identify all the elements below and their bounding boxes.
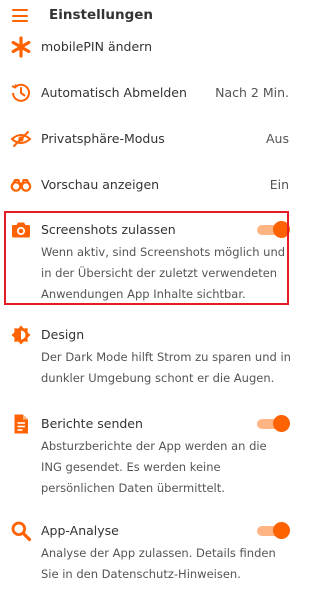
row-label: Vorschau anzeigen (41, 177, 160, 192)
toggle-knob (273, 415, 290, 432)
row-description: Analyse der App zulassen. Details finden… (41, 546, 276, 581)
row-label: mobilePIN ändern (41, 39, 152, 54)
row-label: Berichte senden (41, 416, 143, 431)
search-icon (10, 520, 32, 542)
row-description: Wenn aktiv, sind Screenshots möglich und… (41, 245, 286, 301)
row-mobilepin[interactable]: mobilePIN ändern (0, 36, 302, 62)
row-label: App-Analyse (41, 523, 119, 538)
row-label: Privatsphäre-Modus (41, 131, 165, 146)
row-app-analysis: App-Analyse Analyse der App zulassen. De… (0, 520, 302, 586)
asterisk-icon (10, 36, 32, 58)
row-label: Design (41, 327, 85, 342)
page-title: Einstellungen (49, 7, 154, 23)
row-description: Der Dark Mode hilft Strom zu sparen und … (41, 350, 291, 385)
binoculars-icon (10, 174, 32, 196)
toggle-knob (273, 221, 290, 238)
settings-screen: mobilePIN ändern Automatisch Abmelden Na… (0, 0, 302, 600)
toggle-knob (273, 522, 290, 539)
reports-toggle[interactable] (257, 415, 290, 432)
app-header: Einstellungen (0, 0, 302, 33)
row-value: Nach 2 Min. (215, 85, 289, 100)
row-value: Ein (269, 177, 289, 192)
screenshots-toggle[interactable] (257, 221, 290, 238)
row-label: Screenshots zulassen (41, 222, 176, 237)
row-auto-logout[interactable]: Automatisch Abmelden Nach 2 Min. (0, 82, 302, 108)
row-value: Aus (266, 131, 289, 146)
row-reports: Berichte senden Absturzberichte der App … (0, 413, 302, 501)
row-preview[interactable]: Vorschau anzeigen Ein (0, 174, 302, 200)
camera-icon (10, 219, 32, 241)
document-icon (10, 413, 32, 435)
eye-off-icon (10, 128, 32, 150)
timer-icon (10, 82, 32, 104)
menu-icon[interactable] (12, 9, 28, 22)
row-label: Automatisch Abmelden (41, 85, 187, 100)
row-design[interactable]: Design Der Dark Mode hilft Strom zu spar… (0, 324, 302, 390)
app-analysis-toggle[interactable] (257, 522, 290, 539)
row-privacy-mode[interactable]: Privatsphäre-Modus Aus (0, 128, 302, 154)
row-description: Absturzberichte der App werden an die IN… (41, 439, 267, 495)
row-screenshots: Screenshots zulassen Wenn aktiv, sind Sc… (0, 219, 302, 303)
contrast-icon (10, 324, 32, 346)
